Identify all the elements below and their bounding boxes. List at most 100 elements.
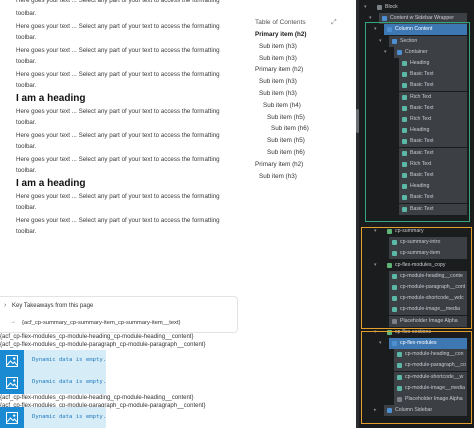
navigator-item-label: Basic Text (410, 82, 434, 89)
navigator-item[interactable]: Basic Text (359, 69, 474, 81)
chevron-down-icon[interactable]: ▾ (369, 13, 372, 24)
toc-link[interactable]: Primary item (h2) (255, 29, 345, 41)
navigator-item[interactable]: Basic Text (359, 170, 474, 181)
navigator-item[interactable]: ▾ cp-summary (359, 226, 474, 237)
toc-link[interactable]: Sub item (h6) (255, 123, 345, 135)
navigator-item-label: Column Content (395, 26, 433, 33)
chevron-down-icon[interactable]: ▾ (364, 2, 367, 13)
navigator-item[interactable]: Rich Text (359, 114, 474, 125)
content-paragraph: Here goes your text ... Select any part … (16, 193, 220, 211)
navigator-item[interactable]: Heading (359, 125, 474, 137)
navigator-item-label: cp-module-shortcode__w (405, 373, 464, 380)
navigator-item[interactable]: Basic Text (359, 192, 474, 204)
navigator-item[interactable]: cp-module-paragraph__cont (359, 282, 474, 293)
toc-link[interactable]: Primary item (h2) (255, 64, 345, 76)
content-paragraph: Here goes your text ... Select any part … (16, 0, 220, 4)
text-element-icon (402, 128, 407, 134)
toc-link[interactable]: Sub item (h5) (255, 135, 345, 147)
navigator-item[interactable]: cp-module-heading__con (359, 349, 474, 361)
chevron-down-icon[interactable]: ▾ (379, 36, 382, 47)
toc-link[interactable]: Sub item (h3) (255, 76, 345, 88)
content-heading: I am a heading (16, 178, 86, 189)
container-icon (387, 27, 392, 33)
key-takeaways-item: {acf_cp-summary_cp-summary-item_cp-summa… (22, 320, 181, 326)
navigator-item-label: Block (385, 4, 398, 10)
chevron-right-icon[interactable]: › (4, 302, 6, 309)
navigator-item[interactable]: Basic Text (359, 147, 474, 159)
chevron-down-icon[interactable]: ▾ (379, 338, 382, 349)
dynamic-data-text: Dynamic data is empty. (32, 357, 107, 363)
navigator-item[interactable]: Basic Text (359, 102, 474, 114)
toc-link[interactable]: Sub item (h3) (255, 171, 345, 183)
navigator-item[interactable]: cp-module-image__media (359, 382, 474, 394)
structure-navigator: ▾ Block ▾ Content w Sidebar Wrapper ▾ Column … (359, 0, 474, 428)
text-element-icon (392, 296, 397, 302)
navigator-item[interactable]: ▾ Section (359, 35, 474, 47)
navigator-item[interactable]: ▾ Container (359, 46, 474, 58)
chevron-down-icon[interactable]: ▾ (374, 327, 377, 338)
expand-arrows-icon[interactable]: ⤢ (331, 19, 337, 27)
navigator-item[interactable]: cp-summary-item (359, 248, 474, 260)
navigator-item[interactable]: ▾ cp-flex-modules_copy (359, 260, 474, 271)
text-element-icon (402, 195, 407, 201)
navigator-item[interactable]: cp-module-shortcode__w (359, 371, 474, 383)
chevron-down-icon[interactable]: ▾ (374, 226, 377, 237)
text-element-icon (397, 352, 402, 358)
navigator-item-label: Rich Text (410, 160, 432, 167)
navigator-item-label: Basic Text (410, 71, 434, 78)
container-icon (382, 16, 387, 22)
navigator-item[interactable]: Rich Text (359, 158, 474, 170)
chevron-right-icon[interactable]: ▸ (374, 405, 377, 416)
toc-link[interactable]: Sub item (h5) (255, 112, 345, 124)
toc-link[interactable]: Sub item (h3) (255, 53, 345, 65)
navigator-item[interactable]: cp-module-shortcode__wdc (359, 293, 474, 305)
content-paragraph: Here goes your text ... Select any part … (16, 132, 220, 150)
navigator-item[interactable]: Placeholder Image Alpha (359, 315, 474, 327)
text-element-icon (402, 150, 407, 156)
navigator-item-label: Basic Text (410, 104, 434, 111)
navigator-item[interactable]: Basic Text (359, 203, 474, 215)
navigator-item[interactable]: Basic Text (359, 80, 474, 92)
text-element-icon (392, 251, 397, 257)
text-element-icon (397, 363, 402, 369)
navigator-item[interactable]: Placeholder Image Alpha (359, 394, 474, 405)
navigator-item[interactable]: Heading (359, 181, 474, 193)
chevron-down-icon[interactable]: ▾ (374, 24, 377, 35)
key-takeaways-box[interactable]: › Key Takeaways from this page → {acf_cp… (0, 296, 238, 333)
chevron-down-icon[interactable]: ▾ (374, 260, 377, 271)
text-element-icon (392, 273, 397, 279)
toc-link[interactable]: Sub item (h3) (255, 41, 345, 53)
image-icon (0, 407, 24, 428)
navigator-item[interactable]: ▸ Column Sidebar (359, 405, 474, 417)
navigator-item[interactable]: Heading (359, 58, 474, 69)
toc-link[interactable]: Primary item (h2) (255, 159, 345, 171)
toc-link[interactable]: Sub item (h6) (255, 147, 345, 159)
navigator-item[interactable]: ▾ Content w Sidebar Wrapper (359, 13, 474, 25)
text-element-icon (402, 161, 407, 167)
text-element-icon (402, 61, 407, 66)
navigator-item[interactable]: cp-module-paragraph__co (359, 360, 474, 372)
navigator-item-label: Heading (410, 183, 430, 190)
navigator-item[interactable]: Rich Text (359, 91, 474, 103)
navigator-item[interactable]: Basic Text (359, 136, 474, 148)
navigator-item-label: Basic Text (410, 194, 434, 201)
navigator-item[interactable]: cp-summary-intro (359, 237, 474, 249)
toc-link[interactable]: Sub item (h3) (255, 88, 345, 100)
navigator-item[interactable]: cp-module-heading__conte (359, 270, 474, 282)
toc-link[interactable]: Sub item (h4) (255, 100, 345, 112)
container-icon (392, 38, 397, 44)
text-element-icon (402, 184, 407, 190)
chevron-down-icon[interactable]: ▾ (384, 47, 387, 58)
dynamic-data-placeholder: Dynamic data is empty. (0, 372, 106, 394)
navigator-item[interactable]: ▾ Column Content (359, 24, 474, 36)
navigator-item[interactable]: ▾ cp-flex-sections (359, 327, 474, 338)
text-element-icon (402, 173, 407, 178)
navigator-item-label: Heading (410, 60, 430, 66)
navigator-item-label: Column Sidebar (395, 407, 433, 414)
navigator-item[interactable]: cp-module-image__media (359, 304, 474, 316)
content-paragraph: Here goes your text ... Select any part … (16, 156, 220, 174)
dynamic-data-text: Dynamic data is empty. (32, 379, 107, 385)
navigator-item[interactable]: ▾ Block (359, 2, 474, 13)
navigator-item-label: cp-module-heading__con (405, 351, 464, 358)
navigator-item[interactable]: ▾ cp-flex-modules (359, 338, 474, 349)
